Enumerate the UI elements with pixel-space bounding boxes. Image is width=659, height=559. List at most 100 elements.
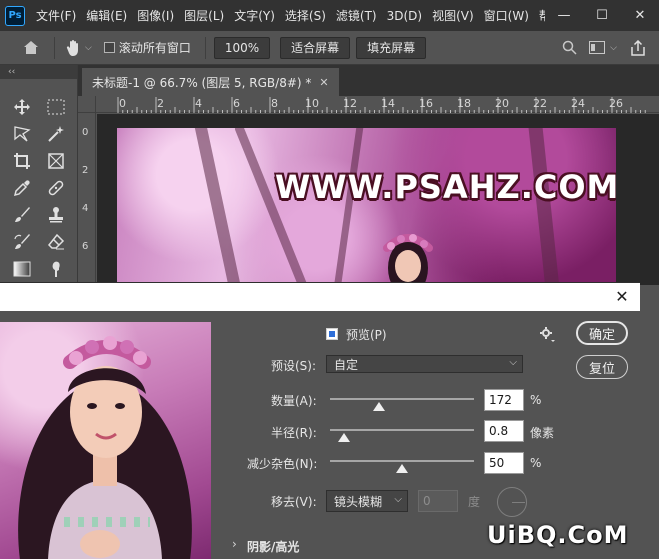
menu-layer[interactable]: 图层(L) [179,7,229,24]
portrait-thumbnail [383,234,433,285]
remove-label: 移去(V): [271,495,317,509]
ruler-label: 2 [82,165,89,176]
menu-window[interactable]: 窗口(W) [479,7,534,24]
toolbar-collapse[interactable]: ‹‹ [0,65,77,79]
ruler-label: 2 [157,97,164,110]
menu-filter[interactable]: 滤镜(T) [331,7,382,24]
menu-type[interactable]: 文字(Y) [229,7,280,24]
clone-stamp-tool-icon[interactable] [44,203,68,227]
hand-tool-icon[interactable] [63,37,85,59]
ruler-corner [78,96,96,113]
preview-checkbox[interactable] [326,328,338,340]
ruler-label: 4 [82,203,89,214]
menu-select[interactable]: 选择(S) [280,7,331,24]
search-icon[interactable] [558,37,580,59]
fit-screen-button[interactable]: 适合屏幕 [280,36,351,59]
tree-trunk [233,128,310,285]
angle-input: 0 [418,490,458,512]
crop-tool-icon[interactable] [10,149,34,173]
menu-3d[interactable]: 3D(D) [382,9,427,23]
marquee-tool-icon[interactable] [44,95,68,119]
menu-edit[interactable]: 编辑(E) [81,7,132,24]
ruler-label: 24 [571,97,585,110]
preview-image[interactable] [0,322,211,559]
reduce-noise-input[interactable]: 50 [484,452,524,474]
ruler-label: 4 [195,97,202,110]
ruler-label: 10 [305,97,319,110]
minimize-button[interactable]: — [545,0,583,31]
magic-wand-tool-icon[interactable] [44,122,68,146]
vertical-ruler[interactable]: 0 2 4 6 [78,113,96,285]
dialog-title-bar[interactable]: ✕ [0,283,640,311]
site-watermark: UiBQ.CoM [487,521,629,549]
smudge-tool-icon[interactable] [44,257,68,281]
brush-tool-icon[interactable] [10,203,34,227]
ruler-label: 18 [457,97,471,110]
maximize-button[interactable]: ☐ [583,0,621,31]
menu-image[interactable]: 图像(I) [132,7,179,24]
ok-button[interactable]: 确定 [576,321,628,345]
reduce-noise-unit: % [530,456,542,470]
scroll-all-windows-checkbox[interactable] [103,42,115,53]
amount-label: 数量(A): [271,394,317,408]
smart-sharpen-dialog: ✕ 预览(P) 确定 复位 预设(S): 自定 ⌵ 数量(A): 172 % 半… [0,282,640,559]
amount-unit: % [530,393,542,407]
remove-select[interactable]: 镜头模糊 ⌵ [326,490,408,512]
reset-button[interactable]: 复位 [576,355,628,379]
workspace-icon[interactable] [586,37,608,59]
angle-dial [497,487,527,517]
preset-value: 自定 [334,357,359,372]
chevron-down-icon[interactable]: ⌵ [85,43,92,53]
menu-file[interactable]: 文件(F) [31,7,81,24]
chevron-down-icon[interactable]: ⌵ [610,43,617,53]
amount-slider-thumb[interactable] [372,402,385,411]
amount-input[interactable]: 172 [484,389,524,411]
close-window-button[interactable]: ✕ [621,0,659,31]
close-icon[interactable]: ✕ [319,76,328,89]
fill-screen-button[interactable]: 填充屏幕 [356,36,427,59]
gear-icon[interactable] [538,325,556,343]
ruler-label: 6 [82,241,89,252]
document-tab[interactable]: 未标题-1 @ 66.7% (图层 5, RGB/8#) * ✕ [82,68,339,96]
document-tab-title: 未标题-1 @ 66.7% (图层 5, RGB/8#) * [92,75,312,90]
document-tab-bar: 未标题-1 @ 66.7% (图层 5, RGB/8#) * ✕ [78,65,659,96]
radius-unit: 像素 [530,426,555,440]
chevron-right-icon[interactable]: › [232,537,237,551]
menu-view[interactable]: 视图(V) [427,7,479,24]
ruler-label: 22 [533,97,547,110]
move-tool-icon[interactable] [10,95,34,119]
document-image[interactable]: WWW.PSAHZ.COM [117,128,616,285]
tree-trunk [193,128,243,285]
history-brush-tool-icon[interactable] [10,230,34,254]
radius-input[interactable]: 0.8 [484,420,524,442]
eyedropper-tool-icon[interactable] [10,176,34,200]
lasso-tool-icon[interactable] [10,122,34,146]
tree-trunk [527,128,561,285]
preset-select[interactable]: 自定 ⌵ [326,355,523,373]
radius-slider[interactable] [330,429,474,431]
eraser-tool-icon[interactable] [44,230,68,254]
zoom-100-button[interactable]: 100% [213,36,271,59]
home-icon[interactable] [16,33,46,63]
ruler-label: 14 [381,97,395,110]
horizontal-ruler[interactable]: 0 2 4 6 8 10 12 14 16 18 20 22 24 26 [96,96,659,113]
healing-brush-tool-icon[interactable] [44,176,68,200]
reduce-noise-label: 减少杂色(N): [247,457,318,471]
preset-label: 预设(S): [271,359,317,373]
radius-slider-thumb[interactable] [338,433,351,442]
radius-label: 半径(R): [271,426,317,440]
frame-tool-icon[interactable] [44,149,68,173]
scroll-all-windows-label: 滚动所有窗口 [118,41,191,55]
close-icon[interactable]: ✕ [612,286,632,306]
chevron-down-icon: ⌵ [394,494,402,505]
menu-bar: Ps 文件(F) 编辑(E) 图像(I) 图层(L) 文字(Y) 选择(S) 滤… [0,0,659,31]
window-controls: — ☐ ✕ [545,0,659,31]
amount-slider[interactable] [330,398,474,400]
ruler-label: 26 [609,97,623,110]
reduce-noise-slider[interactable] [330,460,474,462]
portrait-preview [18,336,192,559]
reduce-noise-slider-thumb[interactable] [396,464,408,473]
shadow-highlight-section[interactable]: 阴影/高光 [247,538,299,555]
gradient-tool-icon[interactable] [10,257,34,281]
share-icon[interactable] [627,37,649,59]
